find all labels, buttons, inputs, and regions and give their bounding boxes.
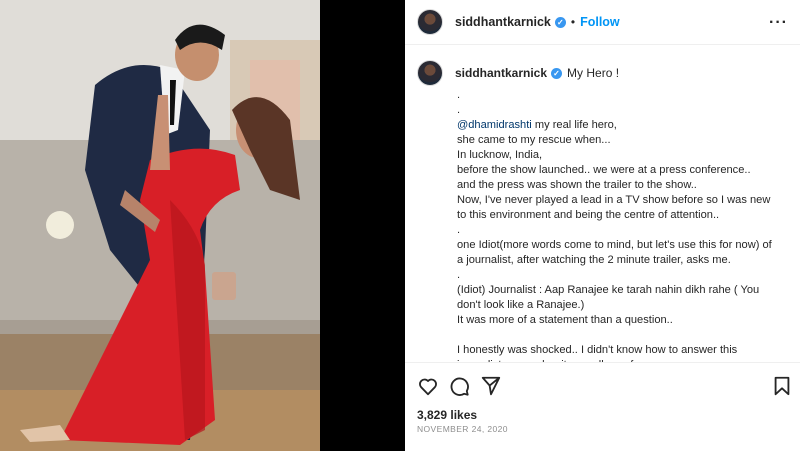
caption-line: .: [457, 89, 461, 101]
mention-link[interactable]: @dhamidrashti: [457, 119, 532, 131]
comment-icon[interactable]: [448, 375, 470, 397]
caption-line: .: [457, 104, 461, 116]
caption-line: I honestly was shocked.. I didn't know h…: [457, 344, 738, 356]
caption-line: to this environment and being the centre…: [457, 209, 720, 221]
caption-header: siddhantkarnick ✓ My Hero !: [417, 60, 788, 86]
caption-line: .: [457, 224, 461, 236]
caption-line: (Idiot) Journalist : Aap Ranajee ke tara…: [457, 284, 760, 296]
caption-line: @dhamidrashti my real life hero,: [457, 119, 617, 131]
action-bar: [405, 362, 800, 407]
share-icon[interactable]: [480, 375, 502, 397]
caption-first-line: My Hero !: [567, 66, 620, 80]
caption-line: before the show launched.. we were at a …: [457, 164, 751, 176]
dot-separator: •: [570, 15, 576, 29]
post-header: siddhantkarnick ✓ • Follow ···: [405, 0, 800, 45]
avatar[interactable]: [417, 9, 443, 35]
follow-button[interactable]: Follow: [580, 15, 620, 29]
heart-icon[interactable]: [417, 375, 439, 397]
caption-line: Now, I've never played a lead in a TV sh…: [457, 194, 771, 206]
caption-line: [457, 328, 788, 343]
post-photo-illustration: [0, 0, 320, 451]
caption-text: .. @dhamidrashti my real life hero, she ca…: [457, 88, 788, 362]
caption-line: and the press was shown the trailer to t…: [457, 179, 697, 191]
caption-line: .: [457, 269, 461, 281]
photo-letterbox: [320, 0, 405, 451]
like-count[interactable]: 3,829 likes: [417, 408, 477, 422]
post-detail-panel: siddhantkarnick ✓ • Follow ··· siddhantk…: [405, 0, 800, 451]
caption-line: don't look like a Ranajee.): [457, 299, 585, 311]
caption-line: It was more of a statement than a questi…: [457, 314, 673, 326]
caption-line: one Idiot(more words come to mind, but l…: [457, 239, 772, 251]
header-username[interactable]: siddhantkarnick: [455, 15, 551, 29]
caption-username[interactable]: siddhantkarnick: [455, 66, 547, 80]
caption-avatar[interactable]: [417, 60, 443, 86]
verified-badge-icon: ✓: [554, 16, 566, 28]
bookmark-icon[interactable]: [771, 375, 793, 397]
caption-scroll-area[interactable]: siddhantkarnick ✓ My Hero ! .. @dhamidras…: [405, 46, 800, 362]
post-date[interactable]: NOVEMBER 24, 2020: [417, 424, 508, 434]
caption-line: In lucknow, India,: [457, 149, 543, 161]
caption-line: she came to my rescue when...: [457, 134, 611, 146]
post-photo[interactable]: [0, 0, 320, 451]
caption-verified-badge-icon: ✓: [551, 67, 563, 79]
more-options-icon[interactable]: ···: [769, 14, 788, 32]
caption-line: a journalist, after watching the 2 minut…: [457, 254, 731, 266]
